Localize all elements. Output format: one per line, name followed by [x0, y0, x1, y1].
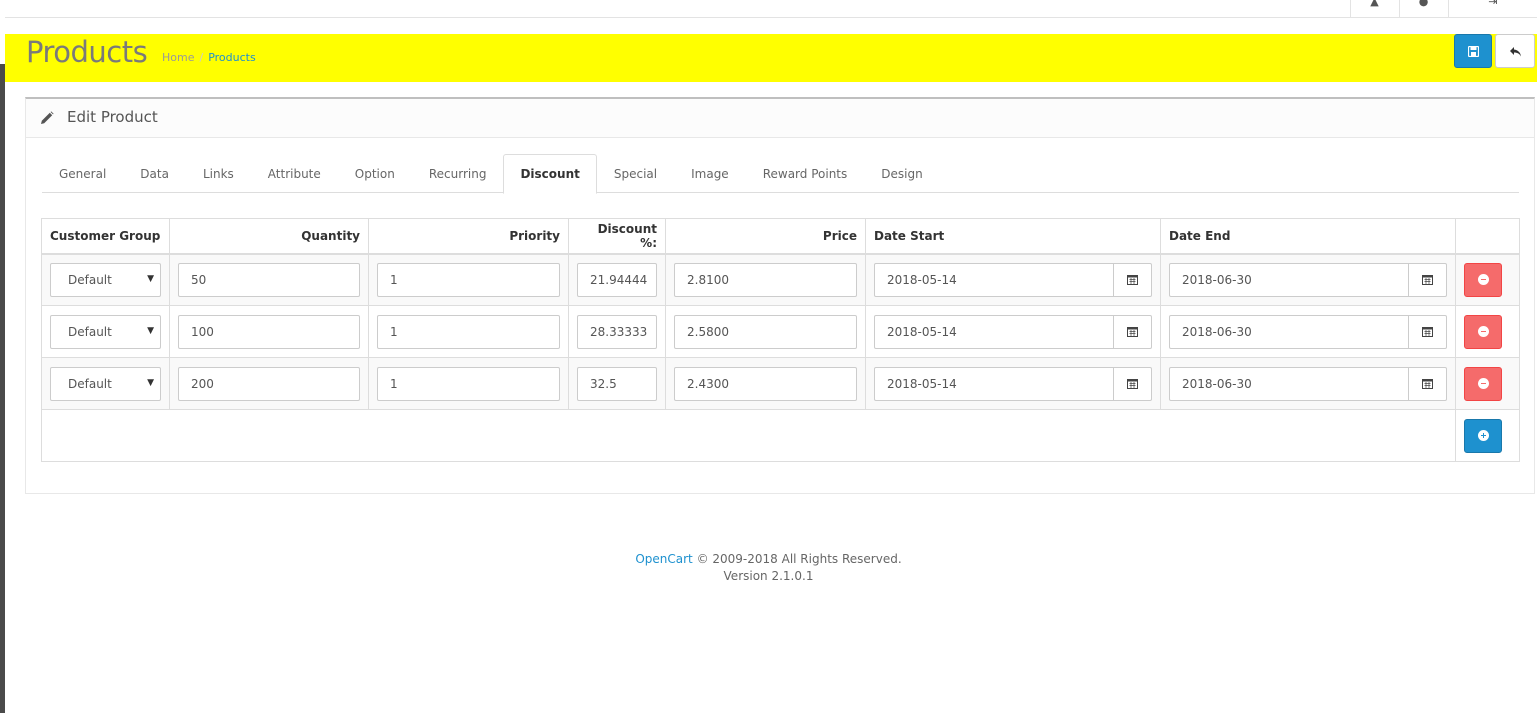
date-end-input[interactable]: 2018-06-30: [1169, 262, 1409, 297]
price-input[interactable]: 2.4300: [674, 366, 857, 401]
calendar-button[interactable]: [1114, 314, 1152, 349]
discount-table: Customer Group Quantity Priority Discoun…: [41, 218, 1520, 462]
calendar-icon: [1422, 275, 1433, 286]
calendar-button[interactable]: [1114, 262, 1152, 297]
customer-group-value: Default: [68, 376, 112, 391]
calendar-button[interactable]: [1409, 314, 1447, 349]
date-end-input[interactable]: 2018-06-30: [1169, 314, 1409, 349]
calendar-icon: [1127, 327, 1138, 337]
page-header: Products Home / Products: [5, 34, 1537, 82]
customer-group-value: Default: [68, 324, 112, 339]
calendar-button[interactable]: [1409, 262, 1447, 297]
tab-attribute[interactable]: Attribute: [251, 154, 338, 193]
panel-heading: Edit Product: [26, 99, 1534, 138]
date-start-input[interactable]: 2018-05-14: [874, 262, 1114, 297]
breadcrumb-home[interactable]: Home: [162, 51, 194, 64]
breadcrumb-products[interactable]: Products: [208, 51, 256, 64]
back-button[interactable]: [1495, 34, 1535, 68]
minus-circle-icon: [1477, 274, 1489, 286]
reply-icon: [1509, 46, 1521, 56]
add-discount-button[interactable]: [1464, 418, 1502, 453]
col-price: Price: [665, 218, 866, 255]
tab-design[interactable]: Design: [864, 154, 939, 193]
save-icon: [1467, 45, 1479, 57]
table-footer-row: [41, 409, 1520, 462]
tab-reward-points[interactable]: Reward Points: [746, 154, 865, 193]
discount-input[interactable]: 32.5: [577, 366, 657, 401]
discount-input[interactable]: 21.94444: [577, 262, 657, 297]
quantity-input[interactable]: 100: [178, 314, 360, 349]
customer-group-select[interactable]: Default ▼: [50, 366, 161, 401]
footer-spacer: [41, 409, 1456, 462]
quantity-input[interactable]: 200: [178, 366, 360, 401]
col-date-start: Date Start: [865, 218, 1161, 255]
product-tabs: General Data Links Attribute Option Recu…: [42, 154, 1519, 194]
customer-group-select[interactable]: Default ▼: [50, 262, 161, 297]
caret-down-icon: ▼: [147, 377, 154, 388]
customer-group-select[interactable]: Default ▼: [50, 314, 161, 349]
col-actions: [1455, 218, 1520, 255]
calendar-button[interactable]: [1409, 366, 1447, 401]
calendar-button[interactable]: [1114, 366, 1152, 401]
caret-down-icon: ▼: [147, 273, 154, 284]
version-text: Version 2.1.0.1: [723, 569, 814, 583]
calendar-icon: [1422, 379, 1433, 389]
tab-option[interactable]: Option: [338, 154, 412, 193]
tab-special[interactable]: Special: [597, 154, 674, 193]
edit-product-panel: Edit Product General Data Links Attribut…: [25, 97, 1535, 494]
table-row: Default ▼ 50 1 21.94444 2.8100 2018-05-14…: [41, 253, 1520, 306]
panel-title: Edit Product: [67, 108, 158, 126]
minus-circle-icon: [1477, 326, 1489, 337]
tab-general[interactable]: General: [42, 154, 123, 193]
plus-circle-icon: [1477, 430, 1489, 441]
customer-group-value: Default: [68, 272, 112, 287]
remove-row-button[interactable]: [1464, 366, 1502, 401]
remove-row-button[interactable]: [1464, 314, 1502, 349]
breadcrumb-separator: /: [199, 51, 204, 64]
col-customer-group: Customer Group: [41, 218, 170, 255]
tab-recurring[interactable]: Recurring: [412, 154, 504, 193]
page-title: Products: [26, 35, 148, 69]
opencart-link[interactable]: OpenCart: [635, 552, 692, 566]
pencil-icon: [41, 111, 54, 124]
tab-data[interactable]: Data: [123, 154, 186, 193]
logout-icon[interactable]: ⇥: [1448, 0, 1537, 18]
user-icon[interactable]: ●: [1399, 0, 1447, 18]
table-header-row: Customer Group Quantity Priority Discoun…: [41, 218, 1520, 255]
minus-circle-icon: [1477, 378, 1489, 389]
tab-discount[interactable]: Discount: [503, 154, 597, 194]
table-row: Default ▼ 100 1 28.33333 2.5800 2018-05-1…: [41, 305, 1520, 358]
priority-input[interactable]: 1: [377, 262, 560, 297]
top-navbar: ▲ ● ⇥: [5, 0, 1537, 18]
left-strip: [0, 0, 5, 713]
priority-input[interactable]: 1: [377, 314, 560, 349]
calendar-icon: [1422, 327, 1433, 337]
price-input[interactable]: 2.5800: [674, 314, 857, 349]
calendar-icon: [1127, 275, 1138, 286]
save-button[interactable]: [1454, 34, 1492, 68]
col-discount: Discount %:: [568, 218, 666, 255]
tab-links[interactable]: Links: [186, 154, 251, 193]
price-input[interactable]: 2.8100: [674, 262, 857, 297]
tab-image[interactable]: Image: [674, 154, 746, 193]
page-footer: OpenCart © 2009-2018 All Rights Reserved…: [0, 551, 1537, 585]
caret-down-icon: ▼: [147, 325, 154, 336]
breadcrumb: Home / Products: [162, 51, 256, 64]
remove-row-button[interactable]: [1464, 262, 1502, 297]
col-date-end: Date End: [1160, 218, 1456, 255]
table-row: Default ▼ 200 1 32.5 2.4300 2018-05-14 20…: [41, 357, 1520, 410]
date-end-input[interactable]: 2018-06-30: [1169, 366, 1409, 401]
date-start-input[interactable]: 2018-05-14: [874, 366, 1114, 401]
col-quantity: Quantity: [169, 218, 369, 255]
date-start-input[interactable]: 2018-05-14: [874, 314, 1114, 349]
col-priority: Priority: [368, 218, 569, 255]
discount-input[interactable]: 28.33333: [577, 314, 657, 349]
calendar-icon: [1127, 379, 1138, 389]
priority-input[interactable]: 1: [377, 366, 560, 401]
copyright-text: © 2009-2018 All Rights Reserved.: [692, 552, 902, 566]
quantity-input[interactable]: 50: [178, 262, 360, 297]
alert-icon[interactable]: ▲: [1350, 0, 1398, 18]
